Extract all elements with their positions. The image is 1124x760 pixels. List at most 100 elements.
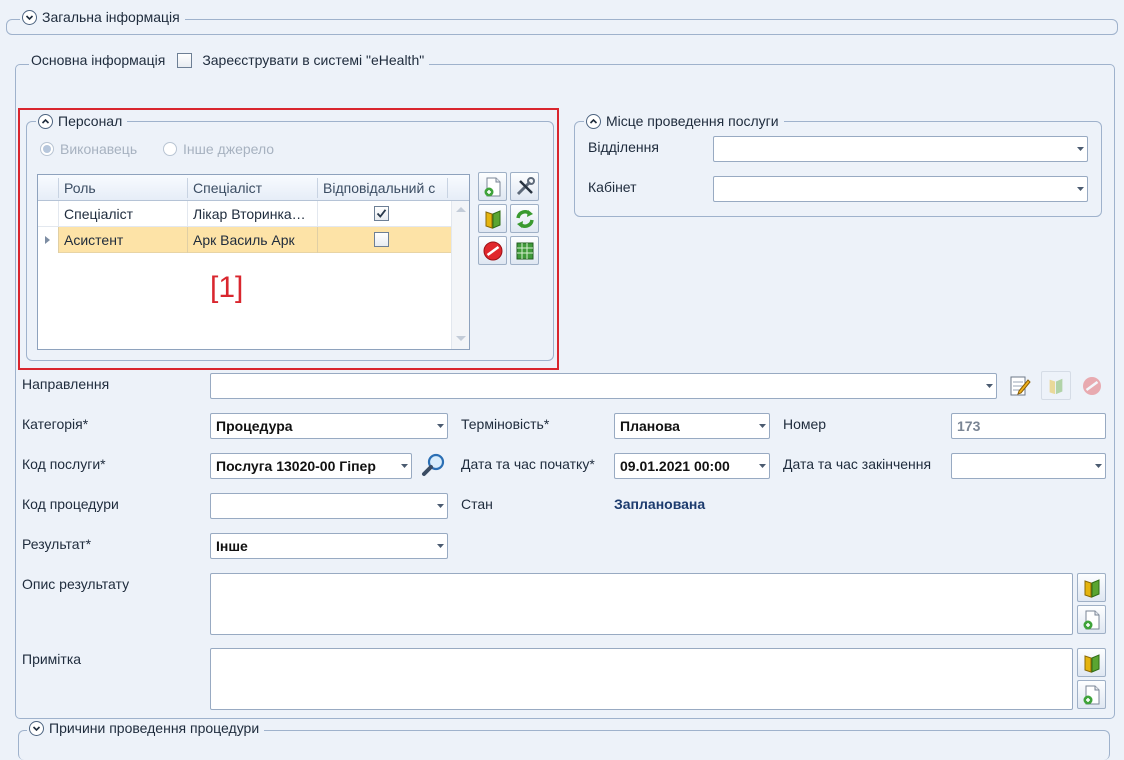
book-icon: [485, 209, 500, 229]
main-info-tabbar: Основна інформація Зареєструвати в систе…: [29, 52, 430, 68]
row-indicator-icon: [45, 236, 50, 244]
note-add-button[interactable]: [1077, 680, 1106, 709]
dropdown-arrow-icon: [755, 464, 769, 468]
add-document-icon: [484, 177, 500, 196]
personnel-grid[interactable]: Роль Спеціаліст Відповідальний с Спеціал…: [37, 174, 470, 350]
location-header[interactable]: Місце проведення послуги: [584, 113, 784, 129]
dropdown-arrow-icon: [397, 464, 411, 468]
spreadsheet-icon: [516, 242, 533, 259]
department-select[interactable]: [713, 136, 1088, 162]
tools-icon: [516, 176, 535, 195]
result-description-add-button[interactable]: [1077, 605, 1106, 634]
result-description-label: Опис результату: [22, 576, 130, 592]
personnel-header[interactable]: Персонал: [36, 113, 128, 129]
add-document-icon: [1083, 685, 1099, 704]
dropdown-arrow-icon: [755, 424, 769, 428]
edit-document-icon: [1010, 376, 1031, 395]
urgency-label: Терміновість*: [461, 416, 550, 432]
state-label: Стан: [461, 496, 493, 512]
delete-icon: [483, 241, 502, 260]
book-icon: [1084, 578, 1099, 598]
responsible-checkbox-checked[interactable]: [374, 206, 389, 221]
table-row-selected[interactable]: Асистент Арк Василь Арк: [38, 227, 451, 253]
urgency-select[interactable]: Планова: [614, 413, 770, 439]
category-select[interactable]: Процедура: [210, 413, 448, 439]
procedure-reasons-header[interactable]: Причини проведення процедури: [27, 720, 265, 736]
column-header-responsible[interactable]: Відповідальний с: [317, 175, 447, 201]
procedure-code-label: Код процедури: [22, 496, 119, 512]
location-title: Місце проведення послуги: [606, 113, 779, 129]
result-description-textarea[interactable]: [210, 573, 1073, 635]
tools-button[interactable]: [510, 172, 539, 201]
tab-main-info[interactable]: Основна інформація: [31, 52, 165, 68]
number-label: Номер: [783, 416, 827, 432]
refresh-button[interactable]: [510, 204, 539, 233]
column-header-specialist[interactable]: Спеціаліст: [187, 175, 317, 201]
cabinet-select[interactable]: [713, 176, 1088, 202]
cell-role: Спеціаліст: [64, 206, 134, 222]
open-book-button[interactable]: [478, 204, 507, 233]
start-datetime-field[interactable]: 09.01.2021 00:00: [614, 453, 770, 479]
radio-selected-icon[interactable]: [40, 142, 54, 156]
scroll-up-icon[interactable]: [456, 206, 466, 213]
chevron-down-icon[interactable]: [22, 9, 37, 25]
category-label: Категорія*: [22, 416, 89, 432]
note-label: Примітка: [22, 651, 82, 667]
add-document-button[interactable]: [478, 172, 507, 201]
dropdown-arrow-icon: [433, 544, 447, 548]
result-label: Результат*: [22, 536, 92, 552]
general-info-title: Загальна інформація: [42, 9, 180, 25]
procedure-reasons-title: Причини проведення процедури: [49, 720, 260, 736]
edit-referral-button[interactable]: [1005, 371, 1035, 400]
personnel-title: Персонал: [58, 113, 123, 129]
responsible-checkbox-unchecked[interactable]: [374, 232, 389, 247]
delete-icon: [1083, 376, 1101, 395]
chevron-up-icon[interactable]: [586, 113, 601, 129]
note-textarea[interactable]: [210, 648, 1073, 710]
annotation-label: [1]: [210, 271, 244, 304]
department-label: Відділення: [588, 139, 659, 155]
general-info-header[interactable]: Загальна інформація: [20, 9, 185, 25]
refresh-icon: [515, 209, 534, 228]
table-row[interactable]: Спеціаліст Лікар Вторинка…: [38, 201, 451, 227]
radio-other-source[interactable]: Інше джерело: [163, 141, 274, 157]
note-book-button[interactable]: [1077, 648, 1106, 677]
chevron-down-icon[interactable]: [29, 720, 44, 736]
magnifier-icon: [422, 453, 445, 476]
spreadsheet-button[interactable]: [510, 236, 539, 265]
state-value: Запланована: [614, 496, 706, 512]
start-datetime-label: Дата та час початку*: [461, 456, 595, 472]
dropdown-arrow-icon: [433, 424, 447, 428]
procedure-code-select[interactable]: [210, 493, 448, 519]
radio-other-source-label: Інше джерело: [183, 141, 275, 157]
radio-unselected-icon[interactable]: [163, 142, 177, 156]
ehealth-register-label[interactable]: Зареєструвати в системі "eHealth": [202, 52, 424, 68]
cabinet-label: Кабінет: [588, 179, 637, 195]
cell-role: Асистент: [64, 232, 124, 248]
result-select[interactable]: Інше: [210, 533, 448, 559]
chevron-up-icon[interactable]: [38, 113, 53, 129]
book-icon: [1084, 653, 1099, 673]
delete-button[interactable]: [478, 236, 507, 265]
delete-referral-button-disabled[interactable]: [1077, 371, 1107, 400]
radio-executor[interactable]: Виконавець: [40, 141, 137, 157]
dropdown-arrow-icon: [433, 504, 447, 508]
service-search-button[interactable]: [419, 451, 449, 479]
cell-specialist: Арк Василь Арк: [193, 232, 295, 248]
dropdown-arrow-icon: [1091, 464, 1105, 468]
end-datetime-field[interactable]: [951, 453, 1106, 479]
service-code-select[interactable]: Послуга 13020-00 Гіпер: [210, 453, 412, 479]
grid-scrollbar[interactable]: [451, 201, 469, 349]
book-icon: [1049, 378, 1063, 394]
dropdown-arrow-icon: [1073, 147, 1087, 151]
referral-select[interactable]: [210, 373, 997, 399]
open-referral-button-disabled[interactable]: [1041, 371, 1071, 400]
cell-specialist: Лікар Вторинка…: [193, 206, 306, 222]
result-description-book-button[interactable]: [1077, 573, 1106, 602]
number-field[interactable]: 173: [951, 413, 1106, 439]
scroll-down-icon[interactable]: [456, 335, 466, 342]
column-header-role[interactable]: Роль: [58, 175, 187, 201]
ehealth-checkbox[interactable]: [177, 52, 193, 68]
service-code-label: Код послуги*: [22, 456, 106, 472]
radio-executor-label: Виконавець: [60, 141, 138, 157]
